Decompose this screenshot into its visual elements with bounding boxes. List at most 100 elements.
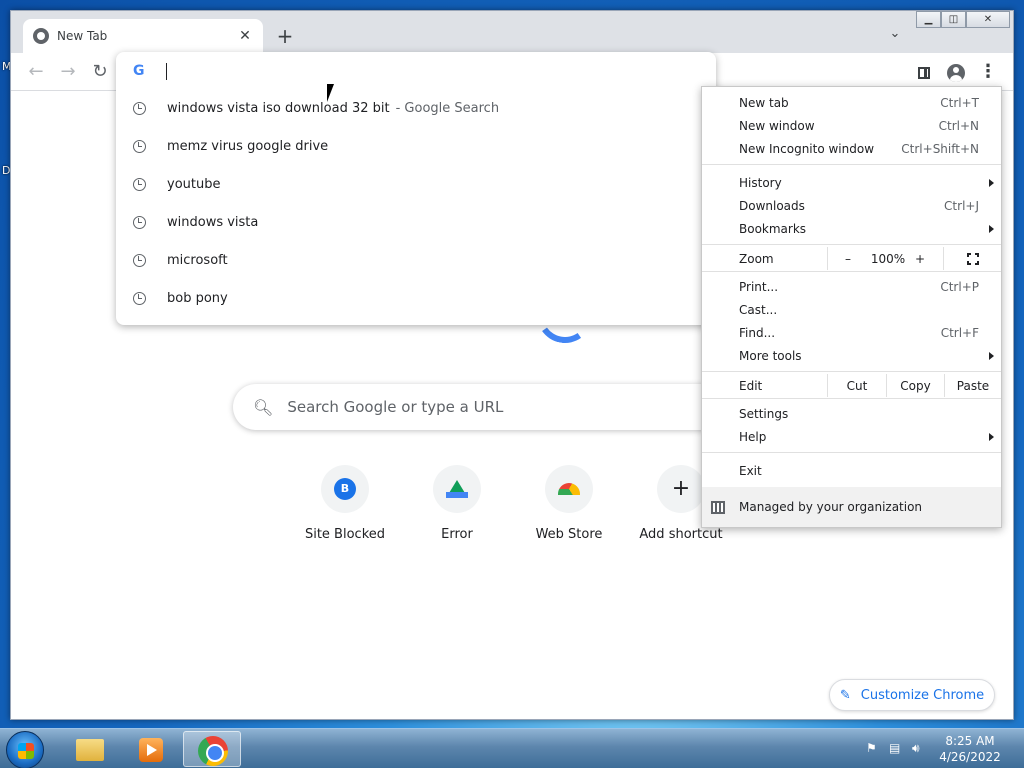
network-icon[interactable]: ▤	[889, 741, 900, 755]
minimize-button[interactable]: ▁	[916, 11, 941, 28]
submenu-arrow-icon	[989, 432, 994, 441]
menu-item-new-window[interactable]: New window Ctrl+N	[702, 114, 1001, 137]
building-icon	[711, 501, 725, 514]
fullscreen-icon	[966, 252, 979, 265]
suggestion-item[interactable]: windows vista iso download 32 bit - Goog…	[116, 89, 716, 127]
clock-date: 4/26/2022	[939, 750, 1001, 764]
close-icon: ✕	[983, 14, 993, 25]
menu-item-bookmarks[interactable]: Bookmarks	[702, 217, 1001, 240]
plus-icon: +	[671, 476, 691, 501]
chrome-menu-button[interactable]: ⋮	[976, 60, 1000, 84]
suggestion-item[interactable]: microsoft	[116, 241, 716, 279]
reload-button[interactable]: ↻	[87, 59, 113, 85]
media-player-icon	[139, 738, 163, 762]
menu-item-cast[interactable]: Cast...	[702, 298, 1001, 321]
taskbar-explorer-button[interactable]	[60, 731, 118, 767]
window-controls: ▁ ◫ ✕	[916, 11, 1010, 28]
suggestion-item[interactable]: youtube	[116, 165, 716, 203]
restore-icon: ◫	[948, 14, 959, 25]
profile-icon	[947, 63, 965, 82]
menu-item-print[interactable]: Print... Ctrl+P	[702, 275, 1001, 298]
menu-zoom-row: Zoom – 100% +	[702, 247, 1001, 270]
suggestion-item[interactable]: memz virus google drive	[116, 127, 716, 165]
web-store-icon	[558, 483, 580, 495]
menu-item-new-tab[interactable]: New tab Ctrl+T	[702, 91, 1001, 114]
edit-label: Edit	[739, 378, 763, 393]
history-clock-icon	[133, 215, 146, 229]
copy-button[interactable]: Copy	[887, 374, 944, 397]
search-icon: 🔍︎	[253, 397, 274, 417]
tab-search-chevron-icon[interactable]: ⌄	[885, 26, 905, 46]
menu-item-find[interactable]: Find... Ctrl+F	[702, 321, 1001, 344]
zoom-in-button[interactable]: +	[908, 247, 932, 270]
menu-item-exit[interactable]: Exit	[702, 459, 1001, 482]
menu-item-history[interactable]: History	[702, 171, 1001, 194]
chrome-main-menu: New tab Ctrl+T New window Ctrl+N New Incog…	[701, 86, 1002, 528]
close-window-button[interactable]: ✕	[966, 11, 1010, 28]
submenu-arrow-icon	[989, 178, 994, 187]
site-blocked-icon: B	[334, 478, 356, 500]
omnibox-dropdown: G windows vista iso download 32 bit - Go…	[116, 52, 716, 325]
paste-button[interactable]: Paste	[945, 374, 1001, 397]
menu-item-help[interactable]: Help	[702, 425, 1001, 448]
shortcut-label: Error	[441, 527, 473, 542]
menu-edit-row: Edit Cut Copy Paste	[702, 374, 1001, 397]
tab-title: New Tab	[57, 29, 108, 43]
back-button[interactable]: ←	[23, 59, 49, 85]
customize-chrome-button[interactable]: ✎ Customize Chrome	[829, 679, 995, 711]
taskbar-chrome-button[interactable]	[183, 731, 241, 767]
google-drive-icon	[446, 480, 468, 498]
menu-separator	[702, 398, 1001, 399]
menu-separator	[702, 452, 1001, 453]
fullscreen-button[interactable]	[944, 247, 1001, 270]
shortcut-site-blocked[interactable]: B Site Blocked	[290, 465, 400, 542]
chrome-icon	[198, 736, 228, 766]
suggestion-item[interactable]: bob pony	[116, 279, 716, 317]
maximize-button[interactable]: ◫	[941, 11, 966, 28]
tab-new-tab[interactable]: New Tab ✕	[23, 19, 263, 53]
omnibox-input[interactable]: G	[116, 52, 716, 90]
new-tab-button[interactable]: +	[273, 25, 297, 49]
history-clock-icon	[133, 177, 146, 191]
submenu-arrow-icon	[989, 224, 994, 233]
pencil-icon: ✎	[839, 687, 851, 703]
menu-separator	[702, 244, 1001, 245]
google-g-icon: G	[133, 63, 145, 79]
menu-item-more-tools[interactable]: More tools	[702, 344, 1001, 367]
minimize-icon: ▁	[924, 14, 933, 25]
suggestion-item[interactable]: windows vista	[116, 203, 716, 241]
menu-separator	[702, 164, 1001, 165]
side-panel-button[interactable]	[912, 60, 936, 84]
forward-button[interactable]: →	[55, 59, 81, 85]
folder-icon	[76, 739, 104, 761]
shortcut-error[interactable]: Error	[402, 465, 512, 542]
taskbar-media-player-button[interactable]	[121, 731, 179, 767]
profile-button[interactable]	[944, 60, 968, 84]
chrome-favicon-icon	[33, 28, 49, 44]
side-panel-icon	[918, 66, 930, 79]
menu-item-downloads[interactable]: Downloads Ctrl+J	[702, 194, 1001, 217]
customize-label: Customize Chrome	[860, 687, 985, 703]
history-clock-icon	[133, 253, 146, 267]
menu-item-settings[interactable]: Settings	[702, 402, 1001, 425]
search-placeholder: Search Google or type a URL	[287, 398, 504, 416]
volume-icon[interactable]: 🔊︎	[912, 741, 920, 756]
managed-by-organization[interactable]: Managed by your organization	[702, 487, 1001, 527]
shortcut-web-store[interactable]: Web Store	[514, 465, 624, 542]
taskbar-clock[interactable]: 8:25 AM 4/26/2022	[930, 733, 1010, 765]
taskbar: ⚑ ▤ 🔊︎ 8:25 AM 4/26/2022	[0, 728, 1024, 768]
text-caret	[166, 62, 167, 80]
zoom-label: Zoom	[739, 251, 774, 266]
menu-separator	[702, 371, 1001, 372]
shortcut-label: Web Store	[535, 527, 603, 542]
zoom-out-button[interactable]: –	[828, 247, 868, 270]
close-icon[interactable]: ✕	[237, 28, 253, 44]
menu-item-new-incognito[interactable]: New Incognito window Ctrl+Shift+N	[702, 137, 1001, 160]
start-button[interactable]	[6, 731, 44, 768]
windows-logo-icon	[18, 743, 34, 759]
action-center-flag-icon[interactable]: ⚑	[866, 741, 877, 755]
clock-time: 8:25 AM	[945, 734, 995, 748]
cut-button[interactable]: Cut	[828, 374, 886, 397]
history-clock-icon	[133, 291, 146, 305]
tab-strip: New Tab ✕ + ⌄ ▁ ◫ ✕	[11, 11, 1013, 53]
